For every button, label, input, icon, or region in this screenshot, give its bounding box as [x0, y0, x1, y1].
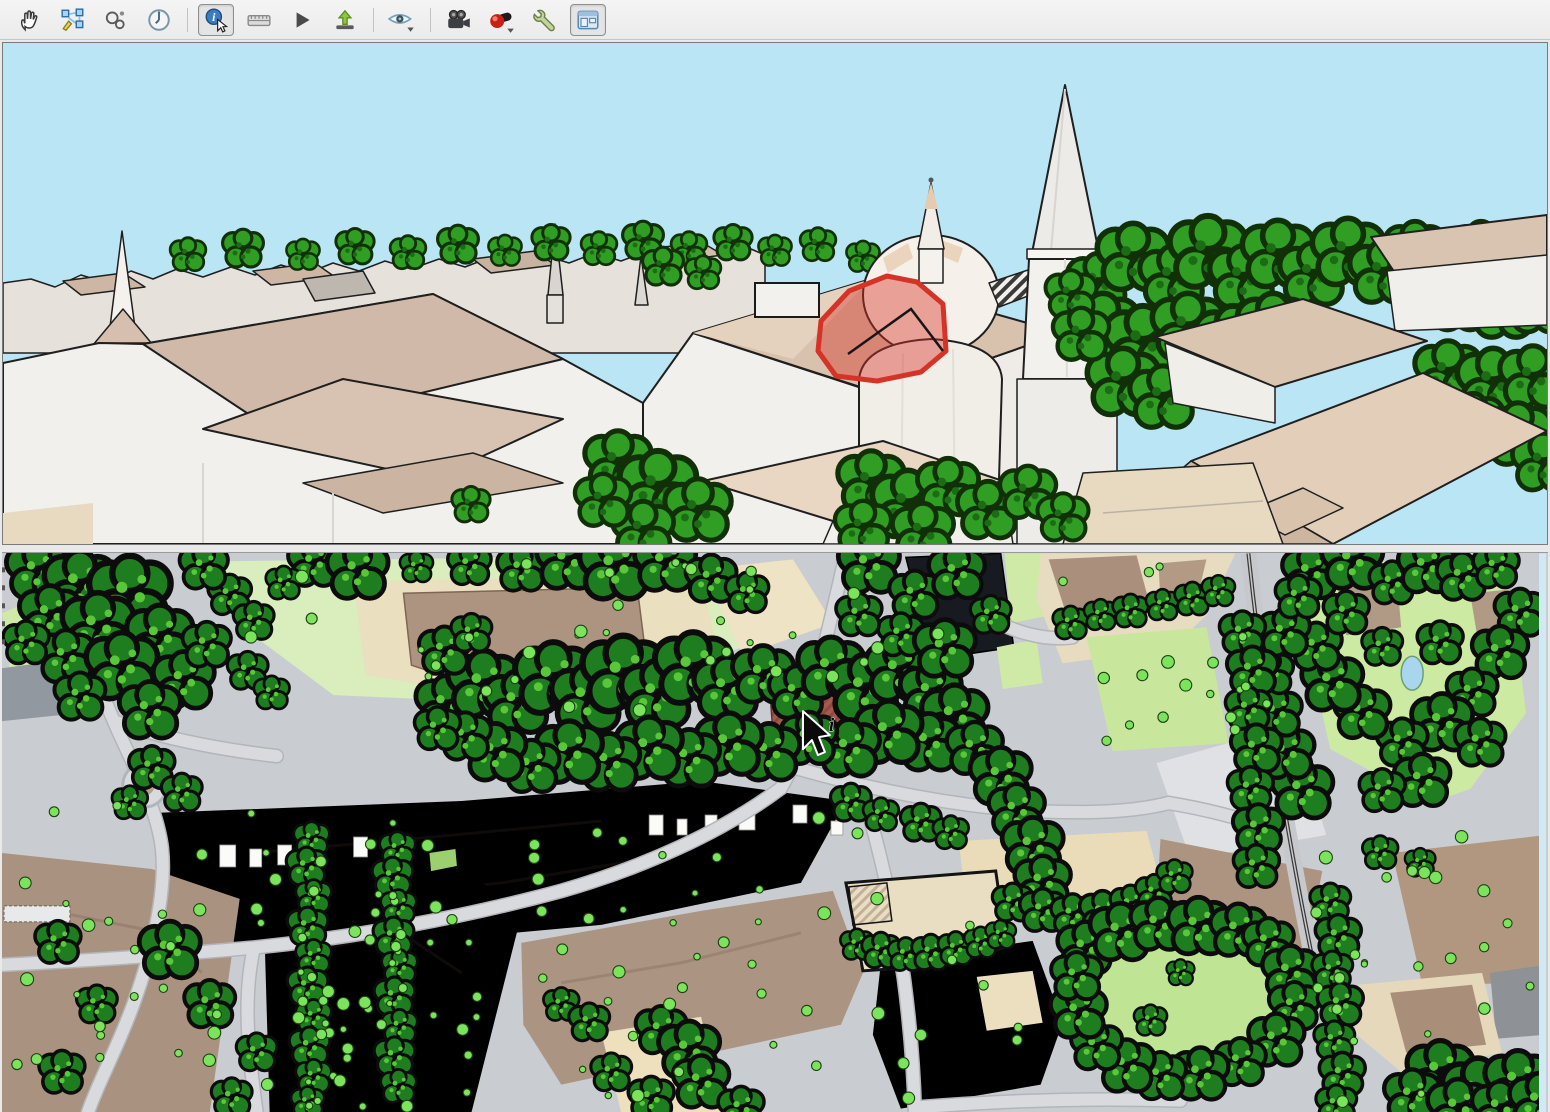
toolbar-separator	[373, 8, 374, 32]
play-icon	[289, 7, 315, 33]
map-edge-strip	[1539, 553, 1546, 1112]
pan-button[interactable]	[12, 4, 48, 36]
upload-icon	[332, 7, 358, 33]
scene-3d-canvas[interactable]: #t3 circle{fill:var(--tree3-base);stroke…	[3, 43, 1547, 544]
ruler-icon	[246, 7, 272, 33]
clock-icon	[146, 7, 172, 33]
hand-icon	[17, 7, 43, 33]
pond	[1401, 656, 1423, 690]
toolbar-separator	[430, 8, 431, 32]
time-button[interactable]	[141, 4, 177, 36]
identify-icon: i	[203, 7, 229, 33]
export-button[interactable]	[327, 4, 363, 36]
objects-button[interactable]	[98, 4, 134, 36]
record-button[interactable]	[441, 4, 477, 36]
svg-text:i: i	[829, 715, 835, 736]
video-camera-icon	[445, 7, 473, 33]
map-2d-canvas[interactable]: #mtree circle{fill:var(--mtree-dark);str…	[2, 553, 1546, 1112]
outlined-building	[755, 283, 819, 317]
tools-button[interactable]	[527, 4, 563, 36]
toolbar: i	[0, 0, 1550, 40]
render-mode-button[interactable]	[484, 4, 520, 36]
application-window: i #t3 circle{fill:var(--tree3-base);stro…	[0, 0, 1550, 1112]
map-2d-view[interactable]: #mtree circle{fill:var(--mtree-dark);str…	[2, 552, 1548, 1112]
play-button[interactable]	[284, 4, 320, 36]
bubbles-icon	[103, 7, 129, 33]
panels-button[interactable]	[570, 4, 606, 36]
visibility-button[interactable]	[384, 4, 420, 36]
measure-button[interactable]	[241, 4, 277, 36]
red-sphere-icon	[487, 7, 517, 33]
flight-path-button[interactable]	[55, 4, 91, 36]
scene-3d-view[interactable]: #t3 circle{fill:var(--tree3-base);stroke…	[2, 42, 1548, 545]
eye-icon	[387, 7, 417, 33]
wrench-icon	[532, 7, 558, 33]
identify-button[interactable]: i	[198, 4, 234, 36]
window-panel-icon	[575, 7, 601, 33]
toolbar-separator	[187, 8, 188, 32]
flight-path-icon	[60, 7, 86, 33]
